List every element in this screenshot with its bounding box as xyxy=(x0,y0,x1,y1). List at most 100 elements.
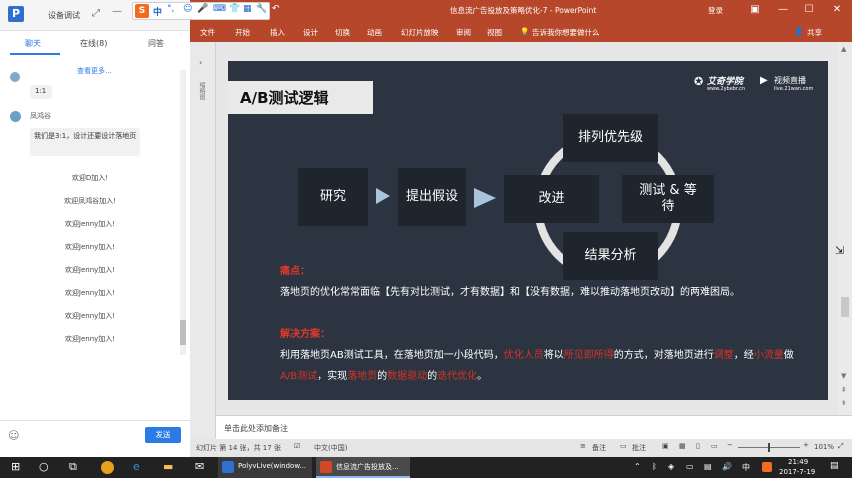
chat-scrollbar[interactable] xyxy=(180,70,186,355)
solution-highlight: A/B测试 xyxy=(280,371,318,382)
message-text: 1:1 xyxy=(35,87,47,95)
tray-expand-icon[interactable]: ⌃ xyxy=(634,462,641,477)
fit-slide-icon[interactable]: ⤢ xyxy=(838,442,844,451)
expand-thumbnails-icon[interactable]: › xyxy=(199,58,202,67)
reading-view-icon[interactable]: ▯ xyxy=(696,442,700,450)
polyv-icon xyxy=(222,461,234,473)
chat-window-title: 设备调试 xyxy=(48,11,80,20)
tab-qa[interactable]: 问答 xyxy=(148,38,164,49)
see-more-link[interactable]: 查看更多... xyxy=(77,66,112,76)
tab-design[interactable]: 设计 xyxy=(303,27,318,38)
undo-icon[interactable]: ↶ xyxy=(272,4,280,14)
zoom-level[interactable]: 101% xyxy=(814,443,834,451)
ribbon-display-icon[interactable]: ▣ xyxy=(742,2,768,18)
comments-toggle[interactable]: 批注 xyxy=(632,443,646,453)
notification-icon[interactable]: ▤ xyxy=(830,461,839,476)
tab-animations[interactable]: 动画 xyxy=(367,27,382,38)
tab-online[interactable]: 在线(8) xyxy=(80,38,107,49)
scrollbar-thumb[interactable] xyxy=(841,297,849,317)
tab-transitions[interactable]: 切换 xyxy=(335,27,350,38)
brand-logo: ✪ 艾奇学院 www.2ybebr.cn ▶ 视频直播 live.21wan.c… xyxy=(694,73,824,95)
system-message: 欢迎Jenny加入! xyxy=(64,266,116,274)
volume-icon[interactable]: 🔊 xyxy=(722,462,732,477)
battery-icon[interactable]: ▭ xyxy=(686,462,694,477)
wrench-icon[interactable]: 🔧 xyxy=(256,4,267,14)
comments-icon[interactable]: ▭ xyxy=(620,442,627,450)
ime-indicator[interactable]: 中 xyxy=(742,462,750,477)
maximize-icon[interactable]: ☐ xyxy=(796,2,822,18)
box-prioritize: 排列优先级 xyxy=(563,114,658,162)
notes-toggle[interactable]: 备注 xyxy=(592,443,606,453)
box-improve: 改进 xyxy=(504,175,599,223)
notes-icon[interactable]: ≡ xyxy=(580,442,586,450)
taskbar-app-polyv[interactable]: PolyvLive(window... xyxy=(218,457,312,478)
tray-app-icon[interactable]: ◈ xyxy=(668,462,674,477)
expand-icon[interactable]: ⤢ xyxy=(92,8,100,19)
edge-icon[interactable]: e xyxy=(133,460,140,475)
ime-toolbar: S 中 °, ☺ 🎤 ⌨ 👕 ▦ 🔧 xyxy=(132,2,270,20)
thumbnail-pane-collapsed[interactable]: › 缩略图 xyxy=(190,42,216,438)
emoji-icon[interactable]: ☺ xyxy=(183,4,192,14)
slide-canvas[interactable]: A/B测试逻辑 ✪ 艾奇学院 www.2ybebr.cn ▶ 视频直播 live… xyxy=(228,61,828,400)
minimize-icon[interactable]: — xyxy=(112,6,122,17)
send-button[interactable]: 发送 xyxy=(145,427,181,443)
tab-view[interactable]: 视图 xyxy=(487,27,502,38)
tab-insert[interactable]: 插入 xyxy=(270,27,285,38)
clock-date[interactable]: 2017-7-19 xyxy=(779,468,815,476)
tab-review[interactable]: 审阅 xyxy=(456,27,471,38)
tab-home[interactable]: 开始 xyxy=(235,27,250,38)
minimize-icon[interactable]: — xyxy=(770,2,796,18)
spellcheck-icon[interactable]: ☑ xyxy=(294,442,300,450)
network-icon[interactable]: ▤ xyxy=(704,462,712,477)
clock-time[interactable]: 21:49 xyxy=(788,458,808,466)
taskbar-app-powerpoint[interactable]: 信息流广告投放及... xyxy=(316,457,410,478)
grid-icon[interactable]: ▦ xyxy=(243,4,252,14)
scroll-down-icon[interactable]: ▼ xyxy=(841,372,846,380)
zoom-in-icon[interactable]: + xyxy=(803,441,809,449)
solution-text-part: 的 xyxy=(427,371,438,382)
windows-start-icon[interactable]: ⊞ xyxy=(11,460,20,475)
keyboard-icon[interactable]: ⌨ xyxy=(213,4,226,14)
chat-panel: P 设备调试 ⤢ — 聊天 在线(8) 问答 查看更多... 1:1 凤鸿谷 我… xyxy=(0,0,191,457)
share-button[interactable]: 共享 xyxy=(807,27,822,38)
tab-chat[interactable]: 聊天 xyxy=(25,38,41,49)
close-icon[interactable]: ✕ xyxy=(824,2,850,18)
solution-text-part: 将以 xyxy=(543,350,564,361)
login-link[interactable]: 登录 xyxy=(708,5,723,16)
microphone-icon[interactable]: 🎤 xyxy=(197,4,208,14)
zoom-slider[interactable] xyxy=(738,443,800,452)
chat-scrollbar-thumb[interactable] xyxy=(180,320,186,345)
tab-file[interactable]: 文件 xyxy=(200,27,215,38)
notes-pane[interactable]: 单击此处添加备注 xyxy=(216,415,852,440)
slide-scrollbar[interactable]: ▲ ▼ ⇞ ⇟ xyxy=(838,42,852,415)
chrome-icon[interactable] xyxy=(101,461,114,474)
sogou-tray-icon[interactable] xyxy=(762,462,772,472)
search-icon[interactable]: ○ xyxy=(39,460,49,475)
tell-me-search[interactable]: 告诉我你想要做什么 xyxy=(532,27,600,38)
skin-icon[interactable]: 👕 xyxy=(229,4,240,14)
solution-highlight: 迭代优化 xyxy=(437,371,478,382)
ime-mode[interactable]: 中 xyxy=(153,5,162,18)
punctuation-icon[interactable]: °, xyxy=(167,4,174,14)
next-slide-icon[interactable]: ⇟ xyxy=(841,399,847,407)
box-improve-label: 改进 xyxy=(538,190,565,206)
prev-slide-icon[interactable]: ⇞ xyxy=(841,386,847,394)
scroll-up-icon[interactable]: ▲ xyxy=(841,45,846,53)
chat-input-area: ☺ 发送 xyxy=(0,420,190,458)
language-status[interactable]: 中文(中国) xyxy=(314,443,347,453)
emoji-icon[interactable]: ☺ xyxy=(8,429,19,442)
system-message: 欢迎凤鸿谷加入! xyxy=(64,197,116,205)
mail-icon[interactable]: ✉ xyxy=(195,460,204,475)
zoom-slider-thumb[interactable] xyxy=(768,443,770,452)
zoom-out-icon[interactable]: − xyxy=(727,441,733,449)
thumbnails-label: 缩略图 xyxy=(198,82,205,100)
solution-text-part: 做 xyxy=(783,350,794,361)
slide-sorter-icon[interactable]: ▦ xyxy=(679,442,686,450)
tab-slideshow[interactable]: 幻灯片放映 xyxy=(401,27,439,38)
bluetooth-icon[interactable]: ᛒ xyxy=(652,462,657,477)
task-view-icon[interactable]: ⧉ xyxy=(69,460,77,475)
box-hypothesis: 提出假设 xyxy=(398,168,466,226)
normal-view-icon[interactable]: ▣ xyxy=(662,442,669,450)
slideshow-view-icon[interactable]: ▭ xyxy=(711,442,718,450)
file-explorer-icon[interactable]: ▬ xyxy=(163,460,173,475)
